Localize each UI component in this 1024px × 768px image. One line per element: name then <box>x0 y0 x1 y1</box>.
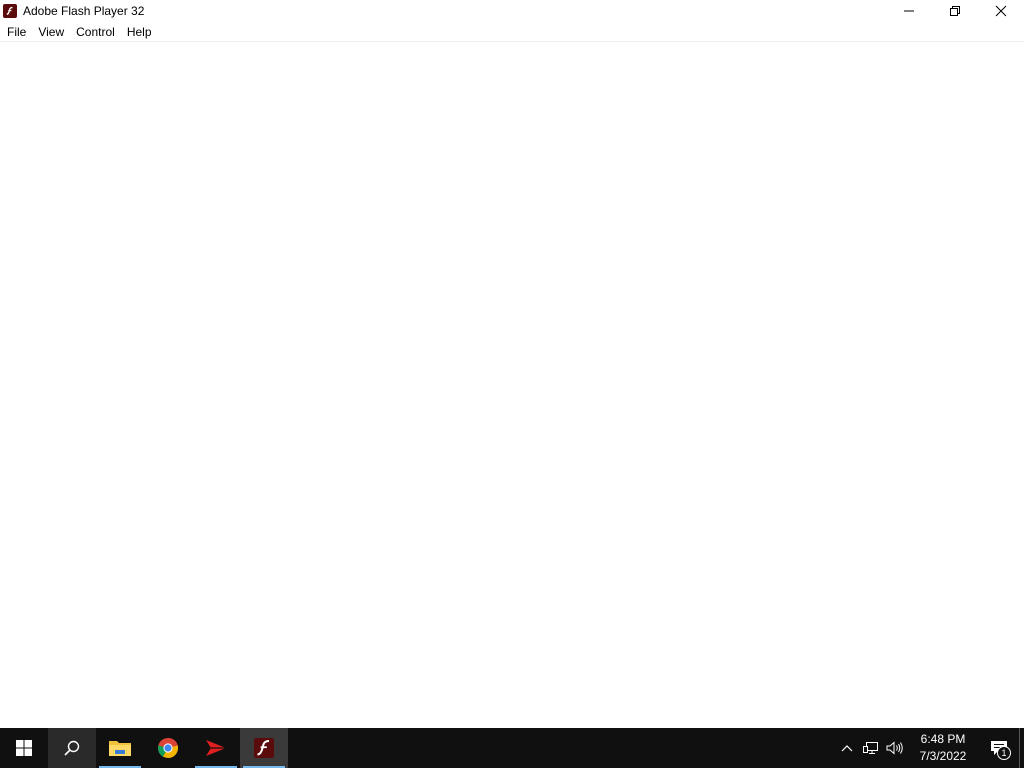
search-button[interactable] <box>48 728 96 768</box>
show-desktop-button[interactable] <box>1019 728 1024 768</box>
clock-time: 6:48 PM <box>920 732 966 746</box>
menu-control[interactable]: Control <box>70 22 121 42</box>
restore-button[interactable] <box>932 0 978 22</box>
menu-file[interactable]: File <box>1 22 32 42</box>
flash-player-icon <box>3 4 17 18</box>
taskbar-file-explorer[interactable] <box>96 728 144 768</box>
flash-content-area[interactable] <box>0 43 1024 728</box>
network-icon <box>863 742 878 754</box>
folder-icon <box>109 741 131 756</box>
search-icon <box>64 740 80 756</box>
show-hidden-icons-button[interactable] <box>835 728 859 768</box>
window-title: Adobe Flash Player 32 <box>23 4 145 18</box>
notification-badge: 1 <box>997 746 1011 760</box>
menu-bar: File View Control Help <box>0 22 1024 42</box>
window-controls <box>886 0 1024 22</box>
minimize-icon <box>904 10 914 12</box>
menu-view[interactable]: View <box>32 22 70 42</box>
volume-button[interactable] <box>883 728 907 768</box>
chevron-up-icon <box>841 745 853 752</box>
chrome-icon <box>157 738 179 759</box>
volume-icon <box>886 741 903 755</box>
title-bar: Adobe Flash Player 32 <box>0 0 1024 22</box>
taskbar-chrome[interactable] <box>144 728 192 768</box>
taskbar-flash-player[interactable] <box>240 728 288 768</box>
clock[interactable]: 6:48 PM 7/3/2022 <box>907 728 979 768</box>
close-icon <box>995 5 1007 17</box>
minimize-button[interactable] <box>886 0 932 22</box>
restore-icon <box>950 6 960 16</box>
taskbar-red-arrow-app[interactable] <box>192 728 240 768</box>
menu-help[interactable]: Help <box>121 22 158 42</box>
action-center-button[interactable]: 1 <box>979 728 1019 768</box>
flash-player-icon <box>254 738 274 758</box>
start-button[interactable] <box>0 728 48 768</box>
taskbar: 6:48 PM 7/3/2022 1 <box>0 728 1024 768</box>
network-button[interactable] <box>859 728 883 768</box>
windows-logo-icon <box>16 740 32 756</box>
red-arrow-icon <box>206 740 226 756</box>
system-tray: 6:48 PM 7/3/2022 1 <box>835 728 1024 768</box>
close-button[interactable] <box>978 0 1024 22</box>
clock-date: 7/3/2022 <box>919 749 967 763</box>
